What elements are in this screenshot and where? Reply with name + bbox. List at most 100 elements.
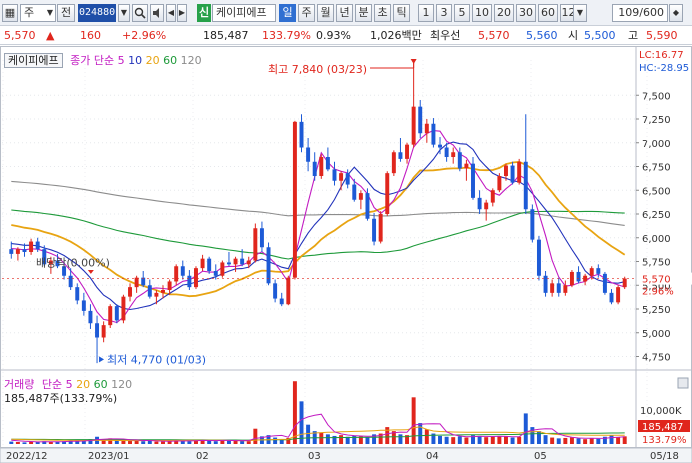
period-tab[interactable]: 주 bbox=[298, 4, 315, 22]
volume-bar bbox=[609, 435, 614, 444]
price-change: 160 bbox=[80, 29, 101, 42]
candle-body bbox=[240, 258, 245, 265]
market-select[interactable]: 주 ▼ bbox=[20, 4, 56, 22]
chevron-down-icon[interactable]: ▼ bbox=[573, 4, 587, 22]
open-label: 시 bbox=[568, 29, 579, 42]
candle-body bbox=[246, 260, 251, 265]
panel-expand-icon bbox=[677, 377, 689, 389]
period-tab[interactable]: 분 bbox=[355, 4, 372, 22]
price-tag: 5,570 bbox=[642, 275, 671, 286]
candle-body bbox=[114, 306, 119, 321]
candle-body bbox=[536, 239, 541, 276]
y-tick-label: 6,500 bbox=[642, 186, 671, 197]
lc-label: LC:16.77 bbox=[639, 50, 684, 61]
low-marker-arrow bbox=[99, 356, 105, 363]
interval-tab[interactable]: 1 bbox=[418, 4, 434, 22]
volume-bar bbox=[141, 441, 146, 444]
candle-body bbox=[424, 123, 429, 134]
candle-body bbox=[286, 277, 291, 305]
volume-bar bbox=[457, 436, 462, 444]
interval-tab[interactable]: 3 bbox=[436, 4, 452, 22]
stock-name-field[interactable]: 케이피에프 bbox=[212, 4, 276, 22]
candle-body bbox=[68, 275, 73, 288]
candle-body bbox=[213, 271, 218, 276]
period-tab[interactable]: 년 bbox=[336, 4, 353, 22]
candle-body bbox=[88, 310, 93, 324]
code-dropdown-icon[interactable]: ▼ bbox=[118, 4, 130, 22]
ma20-label: 20 bbox=[145, 54, 160, 67]
volume-pct-tag: 133.79% bbox=[642, 435, 687, 446]
candle-body bbox=[477, 197, 482, 210]
candle-body bbox=[616, 287, 621, 303]
interval-tab[interactable]: 60 bbox=[538, 4, 558, 22]
interval-tab[interactable]: 20 bbox=[494, 4, 514, 22]
trade-amount: 1,026백만 bbox=[370, 29, 422, 42]
candle-body bbox=[523, 161, 528, 210]
high-marker-arrow bbox=[410, 58, 417, 64]
volume-bar bbox=[576, 438, 581, 444]
candle-body bbox=[365, 193, 370, 219]
stock-code-input[interactable]: 024880 bbox=[78, 4, 116, 22]
candle-body bbox=[312, 161, 317, 176]
candle-body bbox=[194, 268, 198, 288]
ask-price: 5,570 bbox=[478, 29, 510, 42]
candle-body bbox=[457, 152, 462, 169]
search-icon[interactable] bbox=[132, 4, 148, 22]
candle-body bbox=[596, 268, 601, 274]
interval-tab[interactable]: 10 bbox=[472, 4, 492, 22]
data-count-field[interactable]: 109/600 bbox=[612, 4, 668, 22]
volume-bar bbox=[161, 441, 165, 444]
y-tick-label: 5,250 bbox=[642, 305, 671, 316]
candle-body bbox=[187, 275, 192, 288]
candle-body bbox=[471, 163, 475, 198]
volume-bar bbox=[451, 437, 456, 444]
period-tab[interactable]: 일 bbox=[279, 4, 296, 22]
candle-body bbox=[609, 292, 614, 303]
spinner-icon[interactable]: ◆ bbox=[669, 4, 683, 22]
volume-bar bbox=[55, 441, 60, 444]
bid-price: 5,560 bbox=[526, 29, 558, 42]
volume-bar bbox=[207, 440, 212, 444]
grid-menu-icon[interactable]: ▦ bbox=[2, 4, 18, 22]
candle-body bbox=[510, 165, 515, 183]
speaker-icon[interactable] bbox=[150, 4, 164, 22]
volume-bar bbox=[510, 437, 515, 444]
new-badge: 신 bbox=[197, 4, 211, 22]
quote-bar: 5,570 ▲ 160 +2.96% 185,487 133.79% 0.93%… bbox=[0, 26, 692, 45]
candle-body bbox=[484, 202, 489, 210]
chart-area[interactable]: 7,500 7,250 7,000 6,750 6,500 6,250 6,000 5,750… bbox=[0, 46, 692, 463]
candle-body bbox=[81, 300, 86, 311]
candle-body bbox=[391, 152, 396, 174]
volume-bar bbox=[319, 432, 324, 444]
period-tab[interactable]: 월 bbox=[317, 4, 334, 22]
volume-bar bbox=[484, 437, 489, 444]
high-label: 고 bbox=[628, 29, 639, 42]
ma60-label: 60 bbox=[163, 54, 178, 67]
hc-label: HC:-28.95 bbox=[639, 63, 689, 74]
interval-tab[interactable]: 30 bbox=[516, 4, 536, 22]
prev-button[interactable]: 전 bbox=[57, 4, 75, 22]
priority-label: 최우선 bbox=[430, 29, 461, 42]
up-arrow-icon: ▲ bbox=[46, 29, 55, 42]
volume-tick-label: 10,000K bbox=[640, 406, 682, 417]
volume-bar bbox=[9, 441, 14, 444]
interval-tab[interactable]: 5 bbox=[454, 4, 470, 22]
candle-body bbox=[101, 325, 106, 338]
volume-bar bbox=[490, 436, 495, 444]
candle-body bbox=[15, 249, 20, 254]
volume-bar bbox=[556, 438, 561, 444]
candle-body bbox=[147, 285, 152, 297]
period-tab[interactable]: 초 bbox=[374, 4, 391, 22]
volume-bar bbox=[536, 431, 541, 444]
candle-body bbox=[22, 249, 27, 252]
volume-bar bbox=[464, 437, 469, 444]
next-arrow-icon[interactable]: ▶ bbox=[177, 4, 187, 22]
period-tab[interactable]: 틱 bbox=[393, 4, 410, 22]
candle-body bbox=[543, 275, 548, 293]
volume-bar bbox=[385, 427, 390, 444]
candle-body bbox=[325, 157, 330, 170]
percent-tag: 2.96% bbox=[642, 287, 674, 298]
volume-bar bbox=[477, 435, 482, 444]
candle-body bbox=[589, 268, 594, 276]
prev-arrow-icon[interactable]: ◀ bbox=[166, 4, 176, 22]
